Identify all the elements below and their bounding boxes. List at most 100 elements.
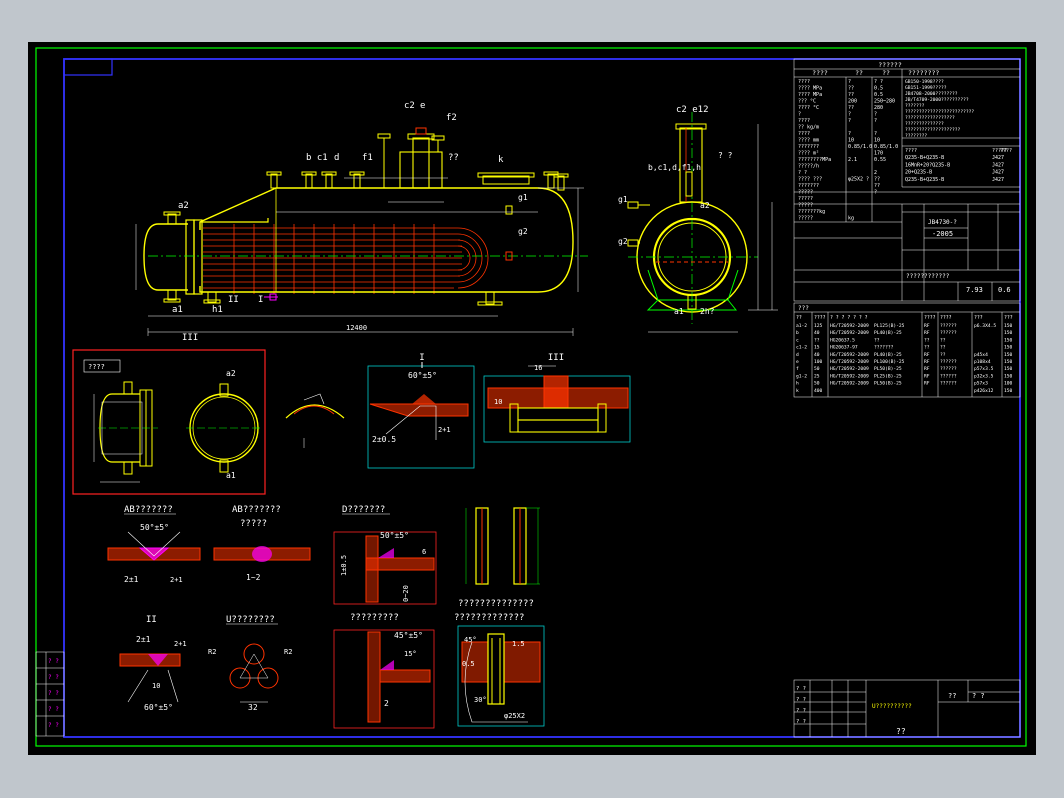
d-title: D??????? — [342, 505, 385, 515]
nozzle-cell: 40 — [814, 352, 820, 358]
spec-row-label: ????? — [798, 216, 813, 222]
spec-row-label: ???? ??? — [798, 177, 822, 183]
nozzle-cell: HG20637-97 — [830, 345, 858, 351]
nozzle-cell: c1-2 — [796, 345, 807, 351]
nozzle-cell: HG/T20592-2009 — [830, 359, 869, 365]
spec-header-right: ???????? — [908, 69, 939, 77]
spec-row-col2: ? — [874, 190, 877, 196]
nozzle-cell: p57x3.5 — [974, 366, 994, 372]
nozzle-cell: ?? — [940, 352, 946, 358]
spec-row-col1: ? — [848, 118, 851, 124]
detail-iii-dim2: 10 — [494, 398, 502, 406]
nozzle-cell: 15 — [814, 345, 820, 351]
title-row: ? ? — [796, 708, 806, 714]
nozzle-cell: RF — [924, 366, 930, 372]
ab1-t: 2+1 — [170, 576, 183, 584]
frame-corner-box — [63, 58, 113, 76]
nozzle-cell: b — [796, 330, 799, 336]
nozzle-cell: 100 — [1004, 381, 1013, 387]
drawing-canvas[interactable]: a2 c2 e f2 b c1 d f1 ?? k g1 g2 a1 h1 II… — [28, 42, 1036, 755]
nozzle-cell: ?? — [924, 345, 930, 351]
strip-row: ? ? — [48, 674, 59, 681]
nozzle-cell: p32x3.5 — [974, 373, 994, 379]
ab1-gap: 2±1 — [124, 575, 139, 584]
detail-D: D??????? 50°±5° 1±0.5 0~20 6 — [333, 505, 437, 605]
label-k: k — [498, 155, 504, 165]
nozzle-cell: PL25(B)-25 — [874, 373, 902, 379]
title-drawing-name: U?????????? — [872, 703, 912, 710]
spec-note: ?????????????? — [905, 121, 944, 127]
spec-title: ?????? — [878, 61, 902, 69]
spec-mat-weld: J427 — [992, 155, 1004, 161]
spec-row-col1: 0.85/1.0 — [848, 144, 872, 150]
detail-iii-title: III — [548, 353, 564, 363]
t-angle: 45° — [464, 636, 477, 644]
title-row: ? ? — [796, 686, 806, 692]
nozzle-cell: PL125(B)-25 — [874, 323, 905, 329]
nozzle-cell: HG20637.5 — [830, 337, 855, 343]
nozzle-cell: p426x12 — [974, 388, 994, 394]
nozzle-cell: p57x3 — [974, 381, 988, 387]
detail-flange-pair — [465, 507, 540, 585]
nozzle-cell: p6.3X4.5 — [974, 323, 996, 329]
nozzle-cell: d — [796, 352, 799, 358]
nozzle-cell: PL50(B)-25 — [874, 381, 902, 387]
nozzle-cell: 125 — [814, 323, 823, 329]
nozzle-cell: 150 — [1004, 366, 1013, 372]
detail-box-channel: ???? a2 a1 — [72, 349, 266, 495]
spec-row-col1: 200 — [848, 99, 857, 105]
spec-row-col2: 2 — [874, 170, 877, 176]
spec-row-col2: ? ? — [874, 79, 883, 85]
ab2-sub: ????? — [240, 519, 267, 529]
ii-title: II — [146, 615, 157, 625]
detail-I: I 60°±5° 2±0.5 2+1 — [367, 353, 475, 469]
side-label-a1: a1 — [674, 307, 684, 316]
nozzle-cell: 150 — [1004, 323, 1013, 329]
spec-row-label: ???? MPa — [798, 86, 822, 92]
nozzle-cell: k — [796, 388, 799, 394]
spec-row-label: ???? — [798, 79, 810, 85]
spec-row-label: ? ? — [798, 170, 807, 176]
spec-row-label: ? — [798, 112, 801, 118]
nozzle-header-cell: ???? — [814, 315, 826, 321]
nozzle-cell: HG/T20592-2009 — [830, 373, 869, 379]
spec-pressure2: 0.6 — [998, 286, 1011, 294]
spec-note: JB/T4709-2000?????????? — [905, 97, 969, 103]
detail-AB2: AB??????? ????? 1~2 — [213, 505, 311, 582]
spec-row-label: ?????/h — [798, 164, 819, 170]
nozzle-cell: RF — [924, 352, 930, 358]
u-r2: R2 — [284, 648, 292, 656]
spec-std-label: JB4730-? — [928, 219, 957, 226]
label-a1: a1 — [172, 305, 183, 315]
spec-row-label: ????? — [798, 203, 813, 209]
spec-row-label: ??????? — [798, 183, 819, 189]
ii-angle: 60°±5° — [144, 703, 173, 712]
side-view: c2 e12 b,c1,d,f1,h ? ? g1 g2 a2 a1 2h? — [618, 105, 778, 333]
nozzle-cell: h — [796, 381, 799, 387]
ab1-angle: 50°±5° — [140, 523, 169, 532]
title-row: ? ? — [796, 697, 806, 703]
label-ii: II — [228, 295, 239, 305]
spec-row-col2: ? — [874, 131, 877, 137]
title-row: ? ? — [796, 719, 806, 725]
nozzle-cell: 150 — [1004, 345, 1013, 351]
spec-row-col1: ? — [848, 112, 851, 118]
spec-row-col2: 0.55 — [874, 157, 886, 163]
label-bc1: b c1 — [306, 153, 328, 163]
spec-header-col2: ?? — [882, 69, 890, 77]
nozzle-cell: ?? — [874, 337, 880, 343]
ii-t: 2+1 — [174, 640, 187, 648]
spec-note: GB151-1999????? — [905, 85, 947, 91]
label-qq: ?? — [448, 153, 459, 163]
nozzle-title: ??? — [798, 305, 809, 312]
label-i: I — [258, 295, 263, 305]
nozzle-cell: 150 — [1004, 373, 1013, 379]
dim-main: 12400 — [346, 324, 367, 332]
spec-row-label: ????????MPa — [798, 157, 831, 163]
nozzle-header-cell: ? ? ? ? ? ? ? — [830, 315, 868, 321]
nozzle-cell: PL100(B)-25 — [874, 359, 905, 365]
spec-row-col1: ?? — [848, 92, 854, 98]
spec-note: ???????? — [905, 133, 927, 139]
spec-row-col2: ?? — [874, 177, 880, 183]
strip-row: ? ? — [48, 690, 59, 697]
